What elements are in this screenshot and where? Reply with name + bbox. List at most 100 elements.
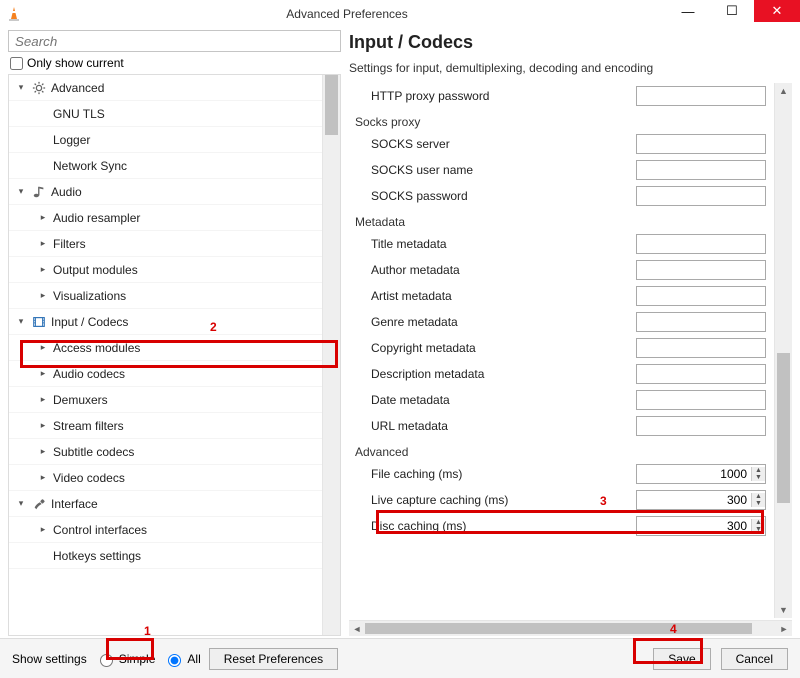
tree-item-input-codecs[interactable]: ▾ Input / Codecs [9,309,322,335]
settings-scrollbar-thumb[interactable] [777,353,790,503]
tree-item-logger[interactable]: Logger [9,127,322,153]
field-artist-metadata: Artist metadata [349,283,772,309]
tree-item-interface[interactable]: ▾Interface [9,491,322,517]
caret-right-icon[interactable]: ▸ [37,368,49,380]
tree-item-subtitle-codecs[interactable]: ▸ Subtitle codecs [9,439,322,465]
caret-right-icon[interactable]: ▸ [37,420,49,432]
tree-item-audio[interactable]: ▾ Audio [9,179,322,205]
caret-down-icon[interactable]: ▾ [15,498,27,510]
field-http-proxy-password: HTTP proxy password [349,83,772,109]
tree-item-advanced[interactable]: ▾Advanced [9,75,322,101]
cancel-button[interactable]: Cancel [721,648,788,670]
tree-item-control-interfaces[interactable]: ▸Control interfaces [9,517,322,543]
field-input[interactable] [636,234,766,254]
tree-item-label: Video codecs [53,471,125,485]
field-input[interactable] [636,134,766,154]
field-input[interactable] [636,364,766,384]
tree-item-filters[interactable]: ▸Filters [9,231,322,257]
search-input[interactable] [8,30,341,52]
tree-item-stream-filters[interactable]: ▸ Stream filters [9,413,322,439]
caret-right-icon[interactable]: ▸ [37,264,49,276]
tree-item-label: Access modules [53,341,140,355]
field-spinbox[interactable]: 300▲▼ [636,516,766,536]
caret-right-icon[interactable]: ▸ [37,290,49,302]
caret-right-icon[interactable]: ▸ [37,342,49,354]
field-input[interactable] [636,260,766,280]
field-input[interactable] [636,86,766,106]
tree-item-output-modules[interactable]: ▸Output modules [9,257,322,283]
reset-preferences-button[interactable]: Reset Preferences [209,648,338,670]
group-label-socks-proxy: Socks proxy [349,109,772,131]
caret-right-icon[interactable]: ▸ [37,238,49,250]
preferences-tree[interactable]: ▾AdvancedGNU TLS Logger Network Sync ▾ Audio… [9,75,322,635]
tree-item-gnu-tls[interactable]: GNU TLS [9,101,322,127]
tree-item-hotkeys-settings[interactable]: Hotkeys settings [9,543,322,569]
spin-up-icon[interactable]: ▲ [752,519,765,526]
field-spinbox[interactable]: 300▲▼ [636,490,766,510]
settings-scrollbar[interactable]: ▲ ▼ [774,83,792,618]
tree-item-label: Demuxers [53,393,108,407]
field-input[interactable] [636,338,766,358]
field-input[interactable] [636,416,766,436]
caret-right-icon[interactable]: ▸ [37,524,49,536]
spin-down-icon[interactable]: ▼ [752,474,765,481]
hscrollbar-thumb[interactable] [365,623,752,634]
caret-right-icon[interactable]: ▸ [37,472,49,484]
tree-scrollbar[interactable] [322,75,340,635]
tree-item-label: Stream filters [53,419,124,433]
only-show-current-checkbox[interactable] [10,57,23,70]
settings-hscrollbar[interactable]: ◄ ► [349,620,792,636]
tree-item-demuxers[interactable]: ▸ Demuxers [9,387,322,413]
caret-right-icon[interactable]: ▸ [37,446,49,458]
scroll-up-icon[interactable]: ▲ [775,83,792,99]
field-input[interactable] [636,390,766,410]
tree-item-access-modules[interactable]: ▸ Access modules [9,335,322,361]
caret-down-icon[interactable]: ▾ [15,316,27,328]
scroll-right-icon[interactable]: ► [776,624,792,634]
page-heading: Input / Codecs [349,32,792,53]
caret-down-icon[interactable]: ▾ [15,186,27,198]
tree-item-label: Audio [51,185,82,199]
vlc-icon [6,6,22,22]
field-spinbox[interactable]: 1000▲▼ [636,464,766,484]
tree-item-network-sync[interactable]: Network Sync [9,153,322,179]
field-input[interactable] [636,286,766,306]
tree-item-label: Logger [53,133,90,147]
tree-item-visualizations[interactable]: ▸Visualizations [9,283,322,309]
caret-right-icon[interactable]: ▸ [37,212,49,224]
radio-simple[interactable]: Simple [95,651,156,667]
tree-item-label: Hotkeys settings [53,549,141,563]
tree-item-label: Input / Codecs [51,315,128,329]
scroll-left-icon[interactable]: ◄ [349,624,365,634]
tree-scrollbar-thumb[interactable] [325,75,338,135]
radio-simple-input[interactable] [100,654,113,667]
spin-up-icon[interactable]: ▲ [752,493,765,500]
field-title-metadata: Title metadata [349,231,772,257]
field-input[interactable] [636,186,766,206]
maximize-button[interactable]: ☐ [710,0,754,22]
window-title: Advanced Preferences [28,7,666,21]
radio-all-input[interactable] [168,654,181,667]
field-label: Copyright metadata [371,341,636,355]
save-button[interactable]: Save [653,648,710,670]
close-button[interactable]: ✕ [754,0,800,22]
field-label: Artist metadata [371,289,636,303]
field-label: SOCKS user name [371,163,636,177]
spin-up-icon[interactable]: ▲ [752,467,765,474]
field-label: SOCKS password [371,189,636,203]
tree-item-label: Subtitle codecs [53,445,134,459]
spin-down-icon[interactable]: ▼ [752,500,765,507]
minimize-button[interactable]: — [666,0,710,22]
scroll-down-icon[interactable]: ▼ [775,602,792,618]
tree-item-audio-resampler[interactable]: ▸Audio resampler [9,205,322,231]
spin-down-icon[interactable]: ▼ [752,526,765,533]
caret-right-icon[interactable]: ▸ [37,394,49,406]
radio-all[interactable]: All [163,651,200,667]
tree-item-video-codecs[interactable]: ▸ Video codecs [9,465,322,491]
field-input[interactable] [636,312,766,332]
spin-value: 300 [637,519,751,533]
titlebar: Advanced Preferences — ☐ ✕ [0,0,800,28]
field-input[interactable] [636,160,766,180]
caret-down-icon[interactable]: ▾ [15,82,27,94]
tree-item-audio-codecs[interactable]: ▸Audio codecs [9,361,322,387]
